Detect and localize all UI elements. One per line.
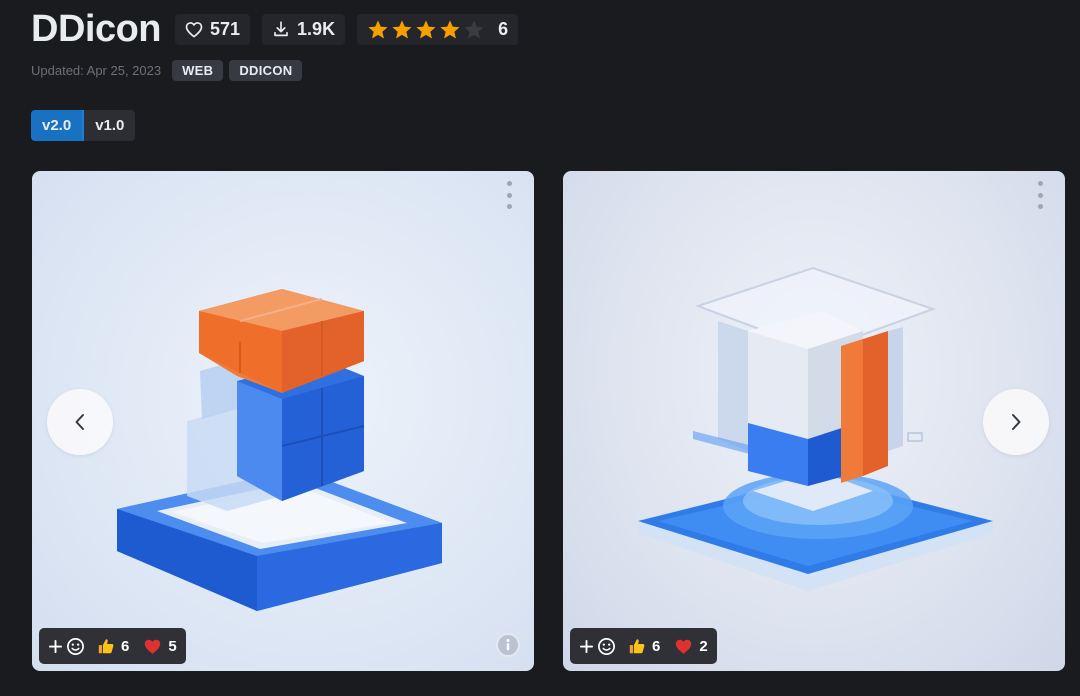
tag-web[interactable]: WEB [172,59,224,81]
reactions-bar: 6 2 [570,628,717,664]
thumbs-up-count: 6 [652,637,661,655]
carousel-next-button[interactable] [983,389,1049,455]
smile-icon [67,637,84,655]
updated-date: Updated: Apr 25, 2023 [31,62,162,78]
carousel-prev-button[interactable] [47,389,113,455]
heart-count: 5 [168,637,177,655]
star-icon [464,19,484,38]
info-icon[interactable] [496,633,520,657]
reactions-bar: 6 5 [39,628,186,664]
tag-ddicon[interactable]: DDICON [229,59,303,81]
chevron-left-icon [75,414,84,430]
downloads-count: 1.9K [297,18,336,39]
star-icon [368,19,388,38]
chevron-right-icon [1012,414,1021,430]
kebab-menu-icon[interactable] [1035,181,1045,209]
page-title: DDicon [31,7,162,50]
heart-outline-icon [185,21,203,37]
thumbs-up-icon [98,639,114,654]
rating-count: 6 [498,18,509,39]
plus-icon [579,639,594,653]
likes-stat[interactable]: 571 [175,13,251,45]
model-page: DDicon 571 1.9K 6 Updated: Apr 25, 2023 … [0,0,1080,696]
version-tab-v1[interactable]: v1.0 [84,110,136,141]
heart-count: 2 [699,637,708,655]
thumbs-up-icon [629,639,645,654]
version-tab-v2[interactable]: v2.0 [31,110,85,141]
version-selector: v2.0 v1.0 [31,110,136,141]
star-icon [416,19,436,38]
kebab-menu-icon[interactable] [504,181,514,209]
thumbs-up-reaction[interactable]: 6 [97,637,129,655]
plus-icon [48,639,63,653]
heart-reaction[interactable]: 2 [674,637,708,655]
rating-stat[interactable]: 6 [357,13,519,45]
thumbs-up-reaction[interactable]: 6 [628,637,660,655]
add-reaction-button[interactable] [48,637,85,656]
star-icon [440,19,460,38]
star-icon [392,19,412,38]
thumbs-up-count: 6 [121,637,130,655]
download-icon [274,21,288,37]
meta-row: Updated: Apr 25, 2023 WEB DDICON [31,59,303,81]
smile-icon [598,637,615,655]
heart-reaction[interactable]: 5 [143,637,177,655]
heart-icon [145,639,161,654]
downloads-stat[interactable]: 1.9K [262,13,346,45]
heart-icon [676,639,692,654]
likes-count: 571 [210,18,241,39]
title-row: DDicon 571 1.9K 6 [31,7,519,50]
add-reaction-button[interactable] [579,637,616,656]
rating-stars [367,19,485,40]
